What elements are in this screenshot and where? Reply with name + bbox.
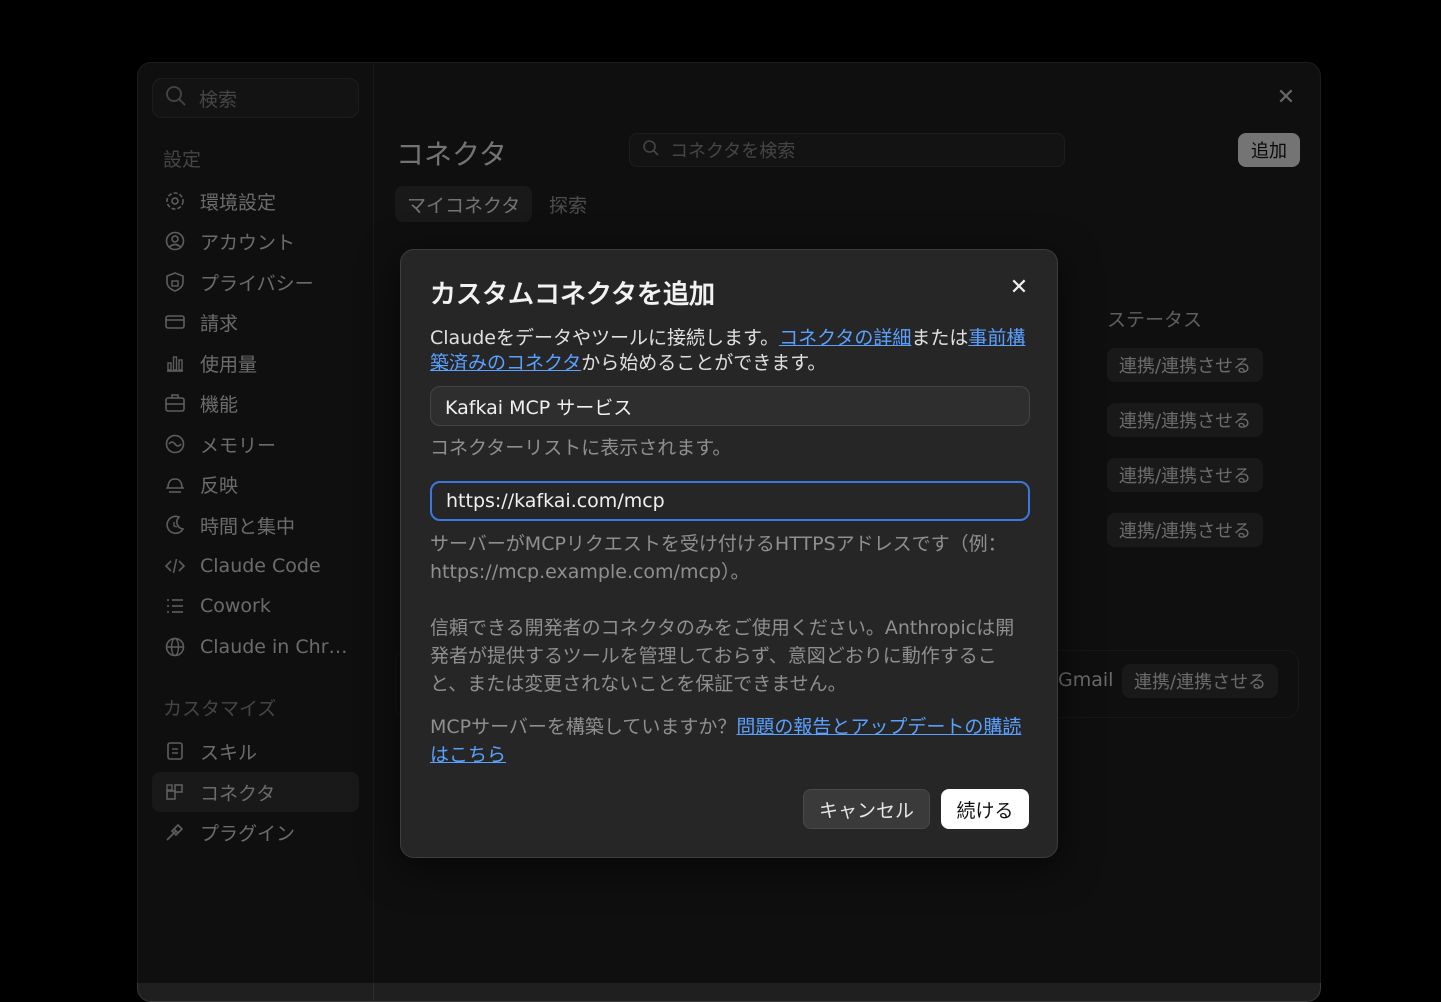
dialog-title: カスタムコネクタを追加 [430,280,715,310]
add-custom-connector-dialog: カスタムコネクタを追加 ✕ Claudeをデータやツールに接続します。コネクタの… [400,249,1058,858]
dialog-description: Claudeをデータやツールに接続します。コネクタの詳細または事前構築済みのコネ… [430,326,1030,376]
trust-warning: 信頼できる開発者のコネクタのみをご使用ください。Anthropicは開発者が提供… [430,617,1015,695]
dialog-close-button[interactable]: ✕ [1007,276,1031,300]
url-hint: サーバーがMCPリクエストを受け付けるHTTPSアドレスです（例：https:/… [430,533,1007,583]
desc-mid: または [911,327,969,349]
continue-button[interactable]: 続ける [941,789,1029,829]
connector-details-link[interactable]: コネクタの詳細 [779,327,911,349]
connector-url-field[interactable] [430,481,1030,521]
desc-suffix: から始めることができます。 [581,352,827,374]
close-icon: ✕ [1009,275,1029,300]
desc-prefix: Claudeをデータやツールに接続します。 [430,327,780,349]
connector-name-field[interactable] [430,386,1030,426]
mcp-prefix: MCPサーバーを構築していますか？ [430,716,737,738]
name-hint: コネクターリストに表示されます。 [430,437,732,459]
cancel-button[interactable]: キャンセル [803,789,930,829]
mcp-server-note: MCPサーバーを構築していますか？問題の報告とアップデートの購読はこちら [430,713,1030,769]
